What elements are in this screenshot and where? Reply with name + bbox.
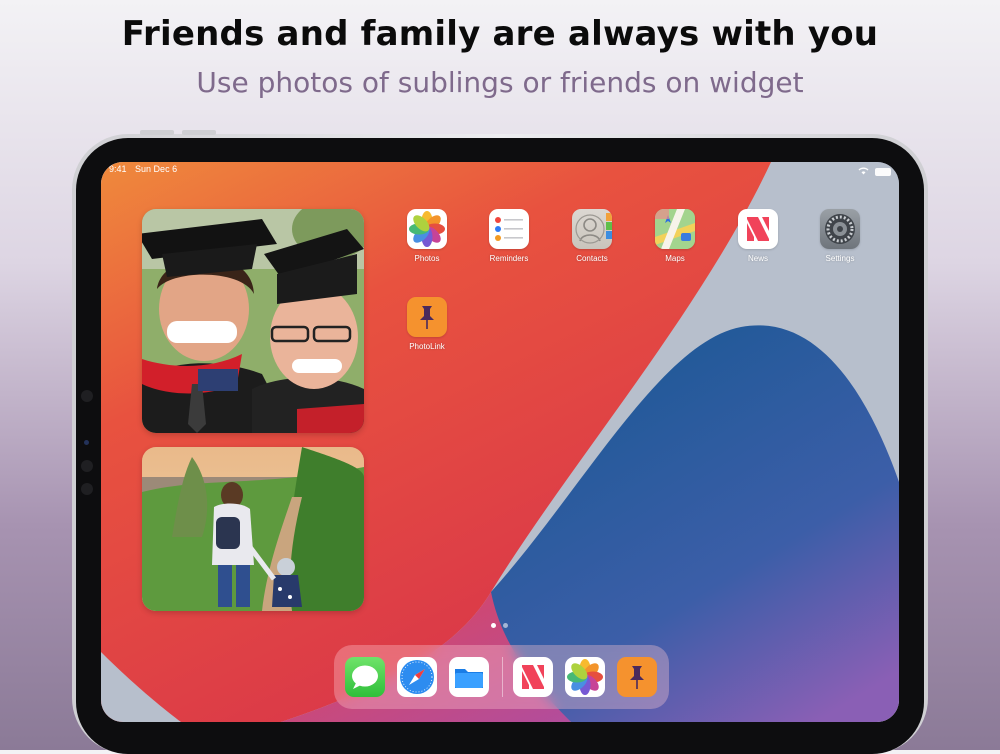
battery-icon bbox=[875, 168, 891, 176]
subheadline: Use photos of sublings or friends on wid… bbox=[196, 66, 804, 99]
volume-button bbox=[140, 130, 174, 135]
photo-widget-family-walk[interactable] bbox=[142, 447, 364, 611]
volume-button bbox=[182, 130, 216, 135]
news-icon bbox=[738, 209, 778, 249]
camera-sensor bbox=[81, 390, 93, 402]
app-label: Settings bbox=[825, 254, 855, 263]
status-time: 9:41 bbox=[109, 164, 127, 174]
app-label: News bbox=[747, 254, 768, 263]
app-reminders[interactable]: Reminders bbox=[479, 209, 539, 263]
app-label: Reminders bbox=[489, 254, 529, 263]
page-dot[interactable] bbox=[503, 623, 508, 628]
photos-icon bbox=[407, 209, 447, 249]
photolink-icon bbox=[407, 297, 447, 337]
photo-widget-graduates[interactable] bbox=[142, 209, 364, 433]
camera-sensor bbox=[81, 460, 93, 472]
camera-sensor bbox=[81, 483, 93, 495]
app-news[interactable]: News bbox=[728, 209, 788, 263]
page-dot-active[interactable] bbox=[491, 623, 496, 628]
app-photolink[interactable]: PhotoLink bbox=[397, 297, 457, 351]
status-indicators bbox=[858, 165, 891, 179]
wifi-icon bbox=[858, 167, 869, 177]
reminders-icon bbox=[489, 209, 529, 249]
photos-icon[interactable] bbox=[565, 657, 605, 697]
contacts-icon bbox=[572, 209, 612, 249]
camera-led bbox=[84, 440, 89, 445]
app-label: PhotoLink bbox=[409, 342, 445, 351]
safari-icon[interactable] bbox=[397, 657, 437, 697]
files-icon[interactable] bbox=[449, 657, 489, 697]
app-label: Maps bbox=[665, 254, 685, 263]
dock bbox=[334, 645, 669, 709]
home-screen: 9:41 Sun Dec 6 Photos Reminders Contacts… bbox=[101, 162, 899, 722]
news-icon[interactable] bbox=[513, 657, 553, 697]
photolink-icon[interactable] bbox=[617, 657, 657, 697]
settings-icon bbox=[820, 209, 860, 249]
maps-icon bbox=[655, 209, 695, 249]
status-time-date: 9:41 Sun Dec 6 bbox=[109, 164, 177, 178]
app-photos[interactable]: Photos bbox=[397, 209, 457, 263]
dock-divider bbox=[502, 657, 503, 697]
app-contacts[interactable]: Contacts bbox=[562, 209, 622, 263]
headline: Friends and family are always with you bbox=[121, 14, 879, 54]
messages-icon[interactable] bbox=[345, 657, 385, 697]
app-label: Contacts bbox=[576, 254, 608, 263]
app-label: Photos bbox=[414, 254, 440, 263]
status-date: Sun Dec 6 bbox=[135, 164, 178, 174]
app-settings[interactable]: Settings bbox=[810, 209, 870, 263]
page-indicator[interactable] bbox=[491, 623, 508, 628]
app-maps[interactable]: Maps bbox=[645, 209, 705, 263]
